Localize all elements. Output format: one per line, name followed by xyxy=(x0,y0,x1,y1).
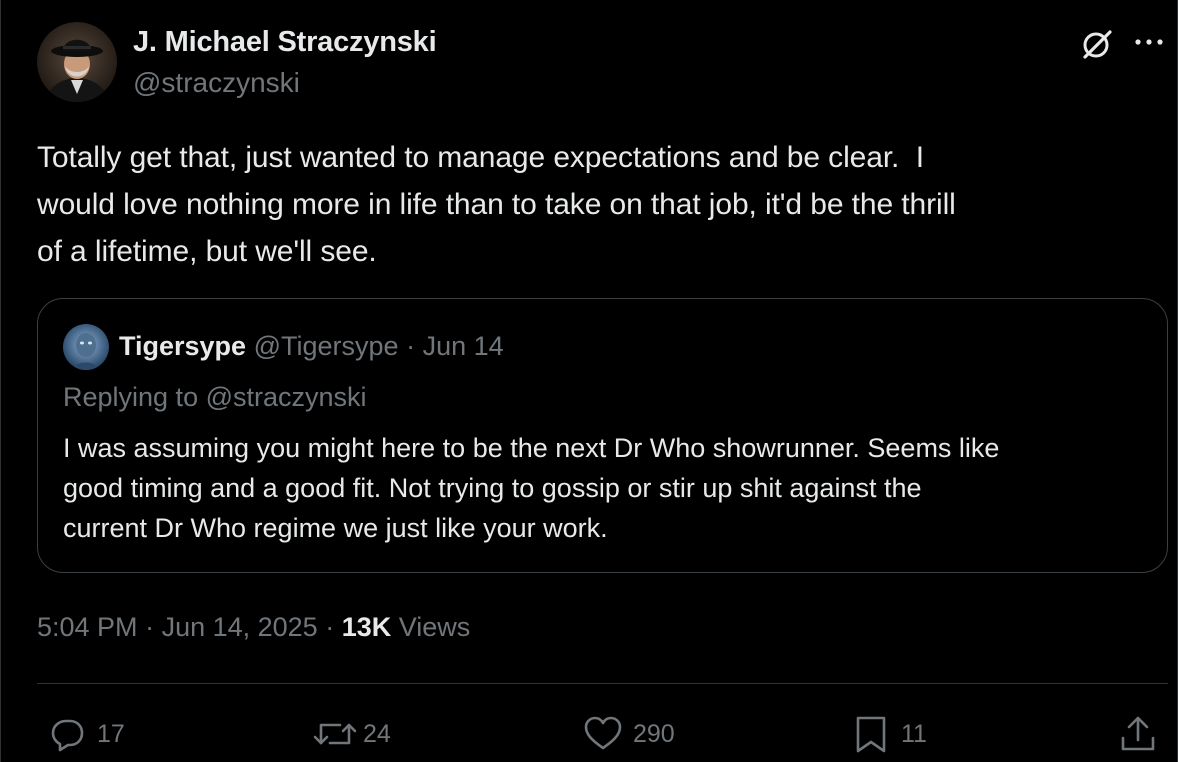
repost-icon xyxy=(313,715,357,753)
tweet-detail-panel: J. Michael Straczynski @straczynski Tota… xyxy=(0,0,1178,762)
author-avatar[interactable] xyxy=(37,22,117,102)
quote-date[interactable]: Jun 14 xyxy=(423,331,504,361)
views-count[interactable]: 13K xyxy=(342,612,392,642)
meta-separator: · xyxy=(317,612,342,642)
reply-icon xyxy=(49,715,87,753)
quote-header: Tigersype @Tigersype · Jun 14 xyxy=(119,331,504,362)
reply-count: 17 xyxy=(97,719,125,748)
like-icon xyxy=(583,715,623,753)
repost-count: 24 xyxy=(363,719,391,748)
repost-button[interactable]: 24 xyxy=(313,714,391,754)
bookmark-button[interactable]: 11 xyxy=(853,714,927,754)
bookmark-count: 11 xyxy=(901,719,927,748)
author-name[interactable]: J. Michael Straczynski xyxy=(133,26,437,59)
like-count: 290 xyxy=(633,719,675,748)
views-label: Views xyxy=(391,612,471,642)
share-button[interactable] xyxy=(1119,714,1157,754)
quote-author-name[interactable]: Tigersype xyxy=(119,331,246,361)
like-button[interactable]: 290 xyxy=(583,714,675,754)
tweet-meta: 5:04 PM · Jun 14, 2025 · 13K Views xyxy=(37,612,470,643)
tweet-date[interactable]: Jun 14, 2025 xyxy=(162,612,318,642)
more-icon[interactable] xyxy=(1132,30,1166,54)
divider xyxy=(37,683,1168,684)
share-icon xyxy=(1119,714,1157,754)
quote-separator: · xyxy=(398,331,423,361)
reply-button[interactable]: 17 xyxy=(49,714,125,754)
author-handle[interactable]: @straczynski xyxy=(133,67,300,99)
bookmark-icon xyxy=(853,714,889,754)
quote-text: I was assuming you might here to be the … xyxy=(63,433,1000,543)
grok-icon[interactable] xyxy=(1079,26,1115,62)
quote-avatar[interactable] xyxy=(63,324,109,370)
quote-author-handle[interactable]: @Tigersype xyxy=(254,331,399,361)
tweet-time[interactable]: 5:04 PM xyxy=(37,612,138,642)
tweet-text: Totally get that, just wanted to manage … xyxy=(37,141,956,268)
quote-reply-context: Replying to @straczynski xyxy=(63,382,367,412)
meta-separator: · xyxy=(137,612,162,642)
